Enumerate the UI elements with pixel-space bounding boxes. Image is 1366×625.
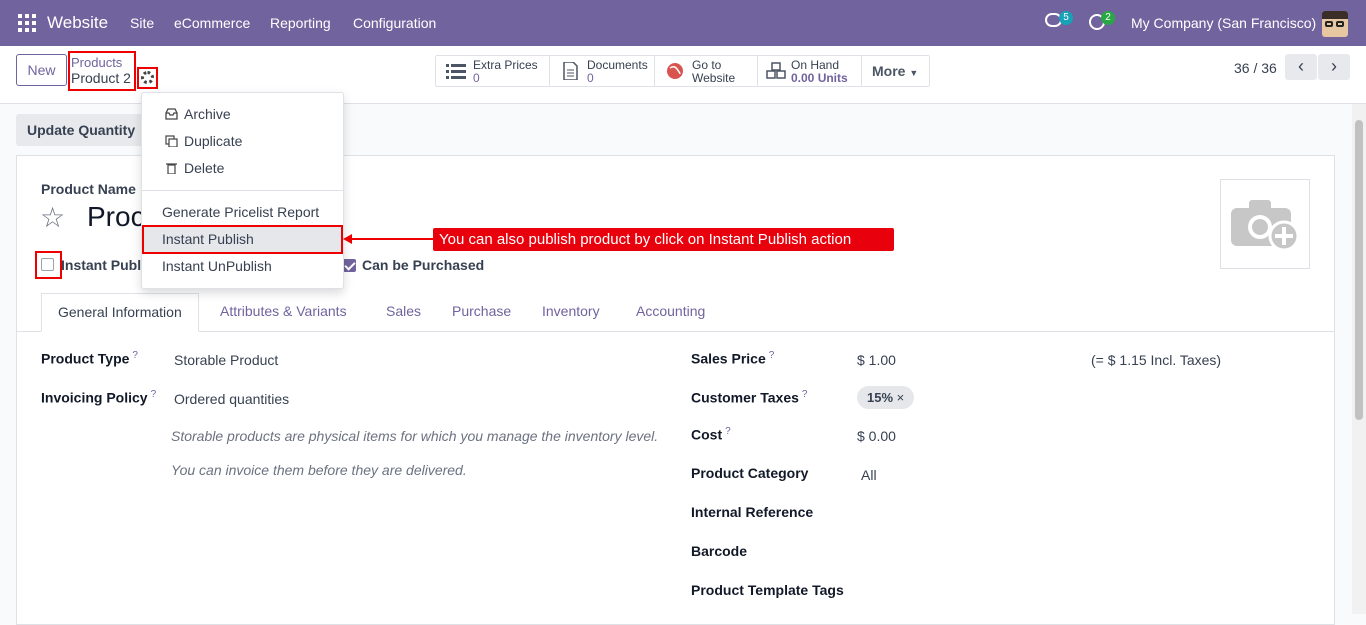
customer-taxes-label: Customer Taxes? [691,389,808,406]
invoicing-policy-label: Invoicing Policy? [41,389,157,406]
annotation-callout: You can also publish product by click on… [433,228,894,251]
on-hand-value: 0.00 Units [791,71,848,85]
activities-count-badge: 2 [1101,11,1115,25]
invoicing-policy-field[interactable]: Ordered quantities [174,391,289,407]
product-category-label: Product Category [691,465,809,481]
trash-icon [166,163,177,174]
instant-publish-menu-item[interactable]: Instant Publish [142,226,341,252]
help-marker: ? [801,389,808,400]
globe-icon [667,63,683,79]
extra-prices-label: Extra Prices [473,58,538,72]
new-button[interactable]: New [16,54,67,86]
barcode-label: Barcode [691,543,748,559]
sales-price-field[interactable]: $ 1.00 [857,352,896,368]
remove-tag-icon[interactable]: × [897,390,905,405]
product-image-placeholder[interactable] [1220,179,1310,269]
product-template-tags-label: Product Template Tags [691,582,844,598]
menu-reporting[interactable]: Reporting [270,15,331,31]
website-label: Website [692,71,736,85]
go-to-label: Go to [692,58,722,72]
documents-label: Documents [587,58,648,72]
product-type-help-1: Storable products are physical items for… [171,428,659,444]
app-menu-icon[interactable] [18,14,36,32]
internal-reference-label: Internal Reference [691,504,814,520]
product-name-label: Product Name [41,181,136,197]
can-be-purchased-checkbox[interactable] [343,259,356,272]
annotation-arrow [350,238,434,240]
breadcrumb-products-link[interactable]: Products [71,55,122,70]
vertical-scrollbar[interactable] [1352,104,1366,614]
extra-prices-value: 0 [473,71,480,85]
help-marker: ? [725,426,731,437]
archive-menu-item[interactable]: Archive [142,101,343,127]
top-navbar: Website Site eCommerce Reporting Configu… [0,0,1366,46]
tax-tag[interactable]: 15% × [857,386,915,409]
chevron-left-icon: ‹ [1298,56,1304,76]
app-brand[interactable]: Website [47,13,108,33]
menu-divider [142,190,343,191]
archive-icon [165,108,178,120]
cost-field[interactable]: $ 0.00 [857,428,896,444]
annotation-arrow-head [343,234,352,244]
product-type-field[interactable]: Storable Product [174,352,278,368]
more-label: More [872,63,906,79]
product-type-label: Product Type? [41,350,138,367]
instant-publish-label: Instant Publi [61,257,145,273]
product-type-help-2: You can invoice them before they are del… [171,462,467,478]
generate-pricelist-report-menu-item[interactable]: Generate Pricelist Report [142,199,343,225]
instant-publish-checkbox[interactable] [41,258,54,271]
can-be-purchased-label: Can be Purchased [362,257,485,273]
cost-label: Cost? [691,426,731,443]
company-switcher[interactable]: My Company (San Francisco) [1131,15,1316,31]
pager-previous-button[interactable]: ‹ [1285,54,1317,80]
delete-menu-item[interactable]: Delete [142,155,343,181]
go-to-website-button[interactable]: Go to Website [655,56,758,86]
camera-plus-icon [1231,200,1300,250]
list-icon [446,64,466,79]
smart-buttons: Extra Prices 0 Documents 0 Go to Website… [435,55,930,87]
gear-icon[interactable] [141,71,154,84]
pager-counter[interactable]: 36 / 36 [1234,60,1277,76]
help-marker: ? [150,389,157,400]
tab-attributes-variants[interactable]: Attributes & Variants [220,293,347,332]
documents-button[interactable]: Documents 0 [550,56,655,86]
sales-price-label: Sales Price? [691,350,775,367]
scrollbar-thumb[interactable] [1355,120,1363,420]
on-hand-label: On Hand [791,58,840,72]
incl-taxes-text: (= $ 1.15 Incl. Taxes) [1091,352,1222,368]
help-marker: ? [132,350,138,361]
breadcrumb-current: Product 2 [71,70,131,86]
product-category-field[interactable]: All [861,467,877,483]
more-button[interactable]: More ▼ [862,56,929,86]
tab-purchase[interactable]: Purchase [452,293,511,332]
document-icon [563,62,578,80]
menu-ecommerce[interactable]: eCommerce [174,15,250,31]
product-name-field[interactable]: Proc [87,201,145,233]
messages-count-badge: 5 [1059,11,1073,25]
duplicate-menu-item[interactable]: Duplicate [142,128,343,154]
user-avatar[interactable] [1322,11,1348,37]
cubes-icon [766,62,786,79]
tab-general-information[interactable]: General Information [41,293,199,332]
update-quantity-button[interactable]: Update Quantity [16,114,144,146]
chevron-right-icon: › [1331,56,1337,76]
tab-accounting[interactable]: Accounting [636,293,705,332]
pager-next-button[interactable]: › [1318,54,1350,80]
tab-inventory[interactable]: Inventory [542,293,600,332]
help-marker: ? [768,350,775,361]
notebook-tabs: General Information Attributes & Variant… [17,293,1334,332]
tab-sales[interactable]: Sales [386,293,421,332]
menu-configuration[interactable]: Configuration [353,15,436,31]
copy-icon [165,135,178,147]
instant-unpublish-menu-item[interactable]: Instant UnPublish [142,253,343,279]
caret-down-icon: ▼ [909,68,919,78]
on-hand-button[interactable]: On Hand 0.00 Units [758,56,862,86]
extra-prices-button[interactable]: Extra Prices 0 [436,56,550,86]
menu-site[interactable]: Site [130,15,154,31]
star-icon[interactable]: ☆ [40,201,65,234]
documents-value: 0 [587,71,594,85]
